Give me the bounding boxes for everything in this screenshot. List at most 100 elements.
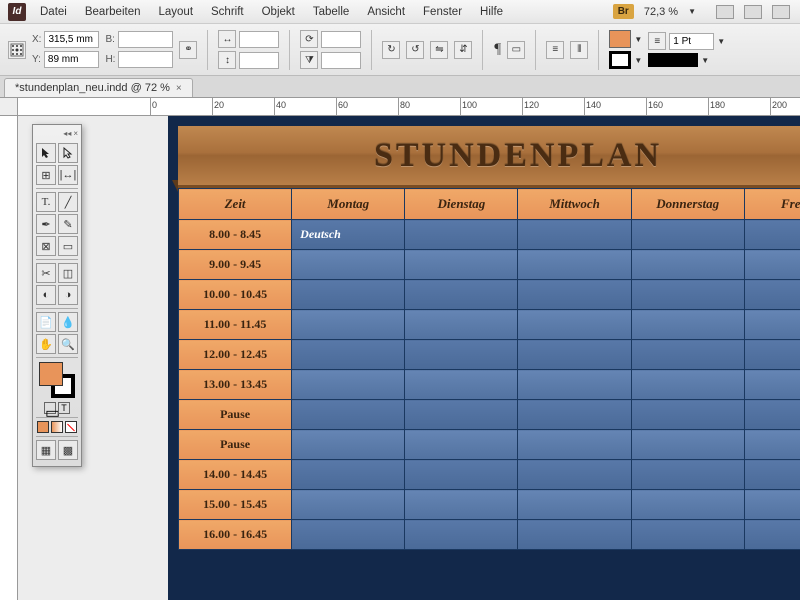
table-header[interactable]: Donnerstag [631, 189, 744, 220]
schedule-cell[interactable] [405, 490, 518, 520]
schedule-cell[interactable] [744, 460, 800, 490]
close-icon[interactable]: × [176, 83, 182, 94]
line-tool[interactable]: ╱ [58, 192, 78, 212]
table-header[interactable]: Montag [292, 189, 405, 220]
schedule-cell[interactable] [405, 220, 518, 250]
schedule-cell[interactable] [405, 370, 518, 400]
chevron-down-icon[interactable]: ▼ [634, 35, 642, 44]
scale-x-input[interactable] [239, 31, 279, 48]
schedule-cell[interactable] [631, 460, 744, 490]
close-icon[interactable]: × [73, 129, 78, 139]
schedule-cell[interactable] [631, 220, 744, 250]
apply-color-icon[interactable] [37, 421, 49, 433]
schedule-cell[interactable] [744, 490, 800, 520]
view-mode-preview[interactable]: ▩ [58, 440, 78, 460]
height-input[interactable] [118, 51, 173, 68]
time-cell[interactable]: 8.00 - 8.45 [179, 220, 292, 250]
y-input[interactable] [44, 51, 99, 68]
table-header[interactable]: Dienstag [405, 189, 518, 220]
schedule-cell[interactable] [405, 310, 518, 340]
formatting-text-icon[interactable]: T [58, 402, 70, 414]
rotate-input[interactable] [321, 31, 361, 48]
stroke-weight-input[interactable] [669, 33, 714, 50]
schedule-cell[interactable] [518, 340, 631, 370]
rotate-icon[interactable]: ⟳ [300, 30, 318, 48]
schedule-cell[interactable] [744, 520, 800, 550]
schedule-cell[interactable] [631, 250, 744, 280]
apply-gradient-icon[interactable] [51, 421, 63, 433]
hand-tool[interactable]: ✋ [36, 334, 56, 354]
schedule-cell[interactable] [744, 340, 800, 370]
rectangle-frame-tool[interactable]: ⊠ [36, 236, 56, 256]
zoom-level[interactable]: 72,3 % [644, 6, 678, 18]
direct-selection-tool[interactable] [58, 143, 78, 163]
scissors-tool[interactable]: ✂ [36, 263, 56, 283]
time-cell[interactable]: 14.00 - 14.45 [179, 460, 292, 490]
schedule-cell[interactable] [744, 370, 800, 400]
pen-tool[interactable]: ✒ [36, 214, 56, 234]
collapse-icon[interactable]: ◂◂ [63, 129, 71, 139]
document-tab[interactable]: *stundenplan_neu.indd @ 72 % × [4, 78, 193, 97]
stroke-style[interactable] [648, 53, 698, 67]
align-icon[interactable]: ≡ [546, 41, 564, 59]
schedule-cell[interactable] [292, 400, 405, 430]
tools-panel[interactable]: ◂◂× ⊞|↔| T.╱ ✒✎ ⊠▭ ✂◫ ◐◑ 📄💧 ✋🔍 ▭T ▦▩ [32, 124, 82, 467]
schedule-cell[interactable] [631, 520, 744, 550]
screen-mode-icon[interactable] [744, 5, 762, 19]
menu-table[interactable]: Tabelle [313, 6, 349, 18]
time-cell[interactable]: 15.00 - 15.45 [179, 490, 292, 520]
time-cell[interactable]: 10.00 - 10.45 [179, 280, 292, 310]
flip-v-icon[interactable]: ⇵ [454, 41, 472, 59]
time-cell[interactable]: 11.00 - 11.45 [179, 310, 292, 340]
page[interactable]: STUNDENPLAN ZeitMontagDienstagMittwochDo… [168, 116, 800, 600]
schedule-cell[interactable] [518, 310, 631, 340]
time-cell[interactable]: Pause [179, 430, 292, 460]
arrange-icon[interactable] [772, 5, 790, 19]
paragraph-style-icon[interactable]: ¶ [493, 41, 501, 58]
free-transform-tool[interactable]: ◫ [58, 263, 78, 283]
menu-type[interactable]: Schrift [211, 6, 244, 18]
schedule-cell[interactable] [405, 280, 518, 310]
schedule-cell[interactable] [518, 250, 631, 280]
schedule-cell[interactable] [631, 340, 744, 370]
schedule-cell[interactable] [744, 250, 800, 280]
schedule-cell[interactable] [405, 460, 518, 490]
schedule-cell[interactable] [744, 400, 800, 430]
schedule-cell[interactable] [292, 460, 405, 490]
table-header[interactable]: Zeit [179, 189, 292, 220]
schedule-cell[interactable] [292, 250, 405, 280]
gradient-swatch-tool[interactable]: ◐ [36, 285, 56, 305]
view-options-icon[interactable] [716, 5, 734, 19]
scale-y-icon[interactable]: ↕ [218, 51, 236, 69]
schedule-cell[interactable]: Deutsch [292, 220, 405, 250]
time-cell[interactable]: 13.00 - 13.45 [179, 370, 292, 400]
table-header[interactable]: Freitag [744, 189, 800, 220]
schedule-cell[interactable] [405, 250, 518, 280]
schedule-cell[interactable] [631, 430, 744, 460]
schedule-cell[interactable] [631, 370, 744, 400]
shear-icon[interactable]: ⧩ [300, 51, 318, 69]
schedule-cell[interactable] [518, 280, 631, 310]
scale-x-icon[interactable]: ↔ [218, 30, 236, 48]
horizontal-ruler[interactable]: 020406080100120140160180200 [18, 98, 800, 116]
time-cell[interactable]: 12.00 - 12.45 [179, 340, 292, 370]
schedule-cell[interactable] [518, 430, 631, 460]
fill-stroke-proxy[interactable] [37, 362, 77, 398]
time-cell[interactable]: 16.00 - 16.45 [179, 520, 292, 550]
eyedropper-tool[interactable]: 💧 [58, 312, 78, 332]
reference-point-icon[interactable] [8, 41, 26, 59]
menu-edit[interactable]: Bearbeiten [85, 6, 141, 18]
rotate-cw-icon[interactable]: ↻ [382, 41, 400, 59]
schedule-cell[interactable] [518, 400, 631, 430]
scale-y-input[interactable] [239, 52, 279, 69]
zoom-tool[interactable]: 🔍 [58, 334, 78, 354]
x-input[interactable] [44, 31, 99, 48]
time-cell[interactable]: 9.00 - 9.45 [179, 250, 292, 280]
schedule-cell[interactable] [405, 430, 518, 460]
menu-help[interactable]: Hilfe [480, 6, 503, 18]
menu-layout[interactable]: Layout [158, 6, 193, 18]
schedule-cell[interactable] [405, 520, 518, 550]
schedule-cell[interactable] [292, 310, 405, 340]
formatting-container-icon[interactable]: ▭ [44, 402, 56, 414]
vertical-ruler[interactable] [0, 116, 18, 600]
